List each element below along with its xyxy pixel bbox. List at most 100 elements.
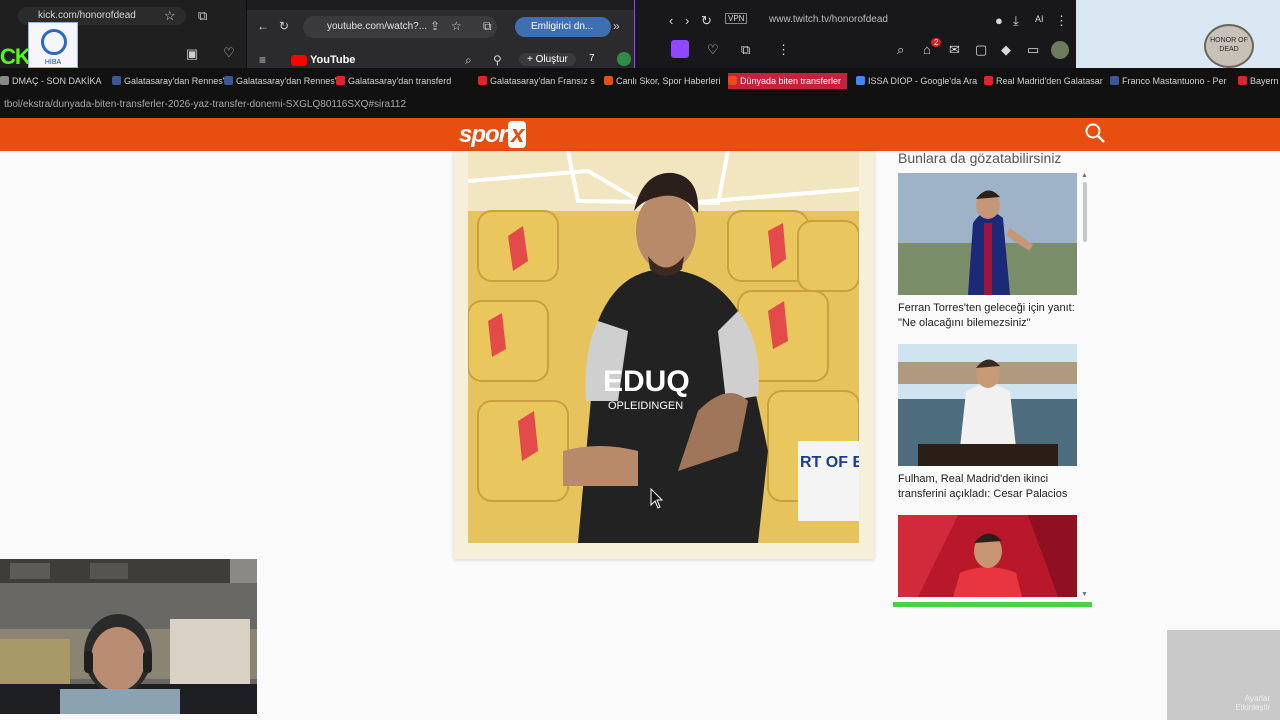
bookmark-item[interactable]: Galatasaray'dan transferd — [336, 73, 451, 89]
webcam-feed — [0, 559, 257, 714]
bookmark-item[interactable]: Franco Mastantuono - Per — [1110, 73, 1227, 89]
youtube-window[interactable]: ← ↻ youtube.com/watch?... ⇪ ☆ ⧉ Emligiri… — [246, 0, 634, 68]
more-icon[interactable]: ⋮ — [1055, 13, 1068, 29]
sidebar-card-headline[interactable]: Ferran Torres'ten geleceği için yanıt: "… — [898, 301, 1080, 331]
twitch-address-bar[interactable]: www.twitch.tv/honorofdead — [745, 12, 925, 28]
back-icon[interactable]: ‹ — [669, 13, 673, 28]
bookmark-label: Galatasaray'dan transferd — [348, 76, 452, 86]
profile-icon[interactable]: ● — [995, 13, 1003, 28]
twitch-window[interactable]: ‹ › ↻ VPN www.twitch.tv/honorofdead ● ⤓ … — [634, 0, 1076, 68]
scroll-down-icon[interactable]: ▼ — [1081, 591, 1088, 598]
download-icon[interactable]: ⤓ — [1013, 13, 1019, 29]
twitch-logo-icon[interactable] — [671, 40, 689, 58]
mail-icon[interactable]: ✉ — [949, 42, 960, 58]
extension-icon[interactable]: ⧉ — [198, 8, 207, 24]
sidebar-card-image[interactable] — [898, 515, 1077, 597]
player-photo-art: EDUQ OPLEIDINGEN RT OF ERGY — [468, 151, 859, 543]
mouse-cursor-icon — [650, 488, 664, 509]
bookmark-favicon-icon — [112, 76, 121, 85]
bookmark-favicon-icon — [336, 76, 345, 85]
search-icon[interactable]: ⌕ — [897, 42, 904, 58]
browser-windows-bar: kick.com/honorofdead CKT HİBA ☆ ⧉ ▣ ♡ ← … — [0, 0, 1280, 69]
forward-icon[interactable]: › — [685, 13, 689, 28]
avatar[interactable] — [1051, 41, 1069, 59]
seal-text: HONOR OF DEAD — [1210, 37, 1248, 54]
bookmark-favicon-icon — [478, 76, 487, 85]
third-card-photo — [898, 515, 1077, 597]
shirt-sponsor-sub: OPLEIDINGEN — [608, 400, 683, 412]
scroll-up-icon[interactable]: ▲ — [1081, 172, 1088, 179]
search-icon[interactable]: ⌕ — [465, 53, 472, 68]
bookmark-label: Galatasaray'dan Rennes'in — [236, 76, 344, 86]
star-icon[interactable]: ☆ — [164, 8, 176, 24]
back-icon[interactable]: ← — [257, 19, 269, 33]
search-icon[interactable] — [1084, 122, 1106, 144]
sidebar-card-image[interactable] — [898, 344, 1077, 466]
scrollbar-thumb[interactable] — [1083, 182, 1087, 242]
bookmark-item[interactable]: Real Madrid'den Galatasar — [984, 73, 1103, 89]
bookmark-label: Canlı Skor, Spor Haberleri — [616, 76, 721, 86]
youtube-address-bar[interactable]: youtube.com/watch?... — [303, 16, 497, 38]
bookmark-item[interactable]: ISSA DIOP - Google'da Ara — [856, 73, 977, 89]
mic-icon[interactable]: ⚲ — [493, 53, 502, 67]
youtube-play-icon — [291, 54, 307, 66]
status-url: tbol/ekstra/dunyada-biten-transferler-20… — [0, 94, 1280, 118]
bookmark-item[interactable]: Bayern — [1238, 73, 1279, 89]
honor-of-dead-seal: HONOR OF DEAD — [1204, 24, 1254, 68]
kick-window[interactable]: kick.com/honorofdead CKT HİBA ☆ ⧉ ▣ ♡ — [0, 0, 246, 69]
heart-icon[interactable]: ♡ — [707, 42, 719, 58]
player-photo[interactable]: EDUQ OPLEIDINGEN RT OF ERGY — [468, 151, 859, 543]
gift-icon[interactable]: ▣ — [186, 46, 198, 62]
more-icon[interactable]: ⋮ — [777, 42, 790, 58]
bookmarks-bar: DMAÇ - SON DAKİKA Galatasaray'dan Rennes'… — [0, 68, 1280, 94]
notification-count[interactable]: 7 — [589, 53, 595, 64]
sidebar-title: Bunlara da gözatabilirsiniz — [898, 150, 1062, 166]
diamond-icon[interactable]: ◆ — [1001, 42, 1011, 58]
bookmark-label: ISSA DIOP - Google'da Ara — [868, 76, 978, 86]
active-item-indicator — [893, 602, 1092, 607]
ferran-torres-photo — [898, 173, 1077, 295]
sporx-header: spor x — [0, 118, 1280, 151]
create-button[interactable]: + Oluştur — [519, 53, 576, 66]
bookmark-item[interactable]: Galatasaray'dan Fransız s — [478, 73, 595, 89]
bookmark-item[interactable]: Galatasaray'dan Rennes'in — [224, 73, 344, 89]
bookmark-label: Galatasaray'dan Rennes'in — [124, 76, 232, 86]
bookmark-item[interactable]: Dünyada biten transferler — [728, 73, 848, 89]
profile-pill[interactable]: Emligirici dn... — [515, 17, 611, 37]
bookmark-favicon-icon — [984, 76, 993, 85]
stadium-banner: RT OF ERGY — [800, 454, 859, 471]
extension-icon[interactable]: ⧉ — [483, 19, 492, 34]
bookmark-item[interactable]: Galatasaray'dan Rennes'in — [112, 73, 232, 89]
cesar-palacios-photo — [898, 344, 1077, 466]
bookmark-item[interactable]: Canlı Skor, Spor Haberleri — [604, 73, 721, 89]
cast-icon[interactable]: ▭ — [1027, 42, 1039, 58]
sidebar-scrollbar[interactable]: ▲ ▼ — [1081, 172, 1089, 598]
sporx-logo-x: x — [508, 121, 527, 148]
youtube-logo[interactable]: YouTube — [291, 54, 355, 66]
bookmark-item[interactable]: DMAÇ - SON DAKİKA — [0, 73, 102, 89]
notification-badge: 2 — [931, 38, 942, 47]
sidebar-card-image[interactable] — [898, 173, 1077, 295]
desktop-corner: HONOR OF DEAD — [1076, 0, 1280, 68]
menu-icon[interactable]: ≡ — [259, 53, 266, 67]
sporx-logo[interactable]: spor x — [459, 121, 527, 149]
notifications-icon[interactable]: ⌂ — [923, 42, 931, 57]
bookmark-label: Franco Mastantuono - Per — [1122, 76, 1227, 86]
bookmark-favicon-icon — [604, 76, 613, 85]
install-icon[interactable]: ⇪ — [430, 19, 440, 33]
ai-button[interactable]: AI — [1035, 14, 1044, 24]
heart-icon[interactable]: ♡ — [223, 45, 235, 61]
channel-logo-label: HİBA — [44, 59, 62, 66]
square-icon[interactable]: ▢ — [975, 42, 987, 58]
chevron-right-icon[interactable]: » — [613, 19, 620, 33]
bookmark-favicon-icon — [0, 76, 9, 85]
copy-icon[interactable]: ⧉ — [741, 42, 750, 58]
bookmark-favicon-icon — [728, 76, 737, 85]
sidebar-card-headline[interactable]: Fulham, Real Madrid'den ikinci transferi… — [898, 472, 1080, 502]
bookmark-label: Dünyada biten transferler — [740, 76, 842, 86]
reload-icon[interactable]: ↻ — [701, 13, 712, 29]
avatar[interactable] — [617, 52, 631, 66]
star-icon[interactable]: ☆ — [451, 19, 462, 33]
bookmark-favicon-icon — [1238, 76, 1247, 85]
reload-icon[interactable]: ↻ — [279, 19, 289, 33]
